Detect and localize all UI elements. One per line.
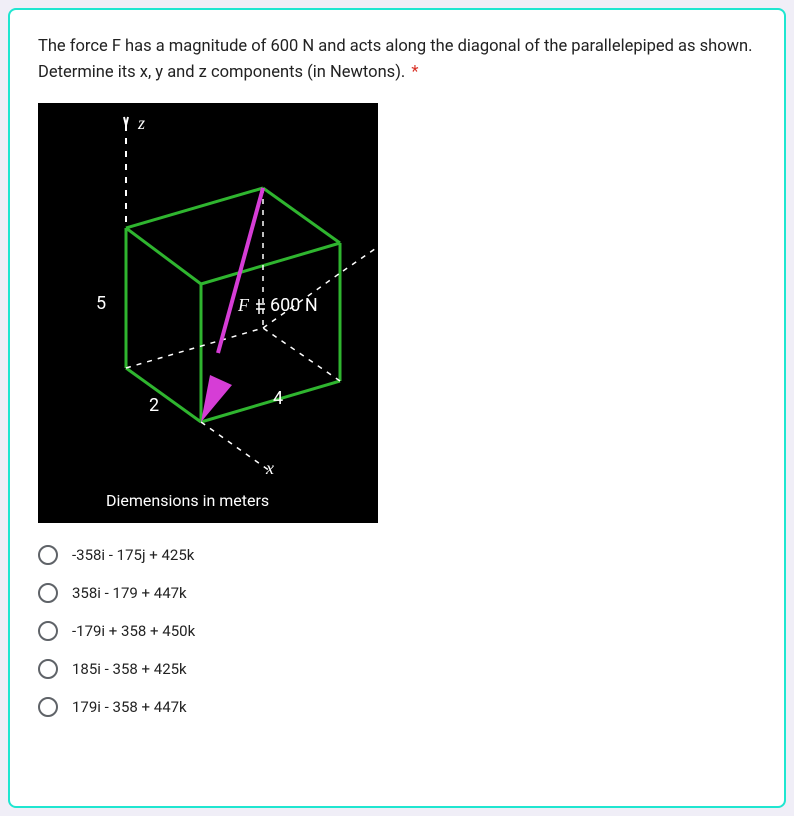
dim-2-label: 2 <box>149 395 159 416</box>
question-body: The force F has a magnitude of 600 N and… <box>38 37 752 82</box>
axis-z-label: z <box>138 113 145 134</box>
option-label: 185i - 358 + 425k <box>72 660 187 678</box>
option-1[interactable]: 358i - 179 + 447k <box>38 583 756 603</box>
radio-icon <box>38 697 58 717</box>
option-0[interactable]: -358i - 175j + 425k <box>38 545 756 565</box>
question-text: The force F has a magnitude of 600 N and… <box>38 34 756 85</box>
options-group: -358i - 175j + 425k 358i - 179 + 447k -1… <box>38 545 756 717</box>
radio-icon <box>38 621 58 641</box>
radio-icon <box>38 545 58 565</box>
question-card: The force F has a magnitude of 600 N and… <box>8 8 786 808</box>
option-label: 358i - 179 + 447k <box>72 584 187 602</box>
problem-figure: z y x 5 2 4 F 600 N Diemensions in meter… <box>38 103 378 523</box>
option-label: -358i - 175j + 425k <box>72 546 194 564</box>
axis-x-label: x <box>266 458 274 479</box>
dim-5-label: 5 <box>96 293 106 314</box>
dim-4-label: 4 <box>273 388 283 409</box>
option-4[interactable]: 179i - 358 + 447k <box>38 697 756 717</box>
radio-icon <box>38 659 58 679</box>
axis-y-label: y <box>396 221 404 242</box>
figure-caption: Diemensions in meters <box>106 491 269 510</box>
figure-svg <box>38 103 378 523</box>
option-2[interactable]: -179i + 358 + 450k <box>38 621 756 641</box>
option-label: 179i - 358 + 447k <box>72 698 187 716</box>
required-marker: * <box>411 63 418 82</box>
option-label: -179i + 358 + 450k <box>72 622 195 640</box>
option-3[interactable]: 185i - 358 + 425k <box>38 659 756 679</box>
radio-icon <box>38 583 58 603</box>
force-val: 600 N <box>270 295 318 316</box>
force-f: F <box>238 295 249 316</box>
